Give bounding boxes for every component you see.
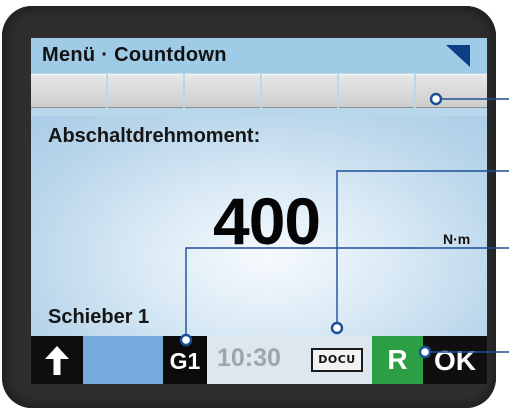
corner-flag-icon <box>446 45 470 67</box>
up-button[interactable] <box>31 336 83 384</box>
softkey-5[interactable] <box>339 74 414 108</box>
display-screen: Menü · Countdown Abschaltdrehmoment: 400… <box>31 38 487 384</box>
status-bar: G1 10:30 DOCU R OK <box>31 336 487 384</box>
softkey-1[interactable] <box>31 74 106 108</box>
menu-title: Menü · Countdown <box>42 44 227 66</box>
arrow-up-icon <box>45 346 69 375</box>
group-badge: G1 <box>163 336 207 384</box>
docu-badge: DOCU <box>311 348 363 372</box>
unit-label: N·m <box>443 231 471 247</box>
ok-button[interactable]: OK <box>423 336 487 384</box>
softkey-6[interactable] <box>416 74 487 108</box>
torque-value: 400 <box>213 184 321 258</box>
softkey-4[interactable] <box>262 74 337 108</box>
title-bar: Menü · Countdown <box>31 38 487 73</box>
valve-label: Schieber 1 <box>48 306 150 328</box>
softkey-row <box>31 74 487 108</box>
remote-button[interactable]: R <box>372 336 423 384</box>
parameter-label: Abschaltdrehmoment: <box>48 125 261 147</box>
softkey-3[interactable] <box>185 74 260 108</box>
softkey-2[interactable] <box>108 74 183 108</box>
clock-time: 10:30 <box>217 344 281 372</box>
status-indicator <box>83 336 163 384</box>
